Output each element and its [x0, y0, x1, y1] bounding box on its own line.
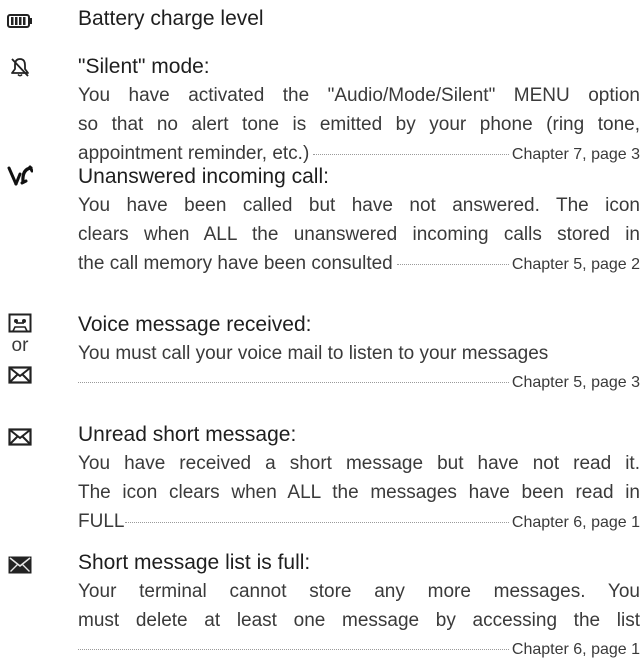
envelope-outline-icon [0, 424, 40, 450]
reference-lead-text: appointment reminder, etc.) [78, 143, 310, 164]
entry-description: You have activated the "Audio/Mode/Silen… [78, 81, 640, 168]
description-line: clears when ALL the unanswered incoming … [78, 224, 640, 245]
description-line: The icon clears when ALL the messages ha… [78, 482, 640, 503]
reference-lead-text: the call memory have been consulted [78, 253, 393, 274]
chapter-reference: Chapter 7, page 3 [511, 146, 640, 163]
entry-title: Short message list is full: [78, 551, 311, 574]
chapter-reference: Chapter 5, page 3 [511, 374, 640, 391]
reference-line: Chapter 5, page 3 [78, 368, 640, 397]
battery-icon [0, 8, 40, 34]
chapter-reference: Chapter 6, page 1 [511, 641, 640, 658]
leader-dots [78, 649, 509, 650]
entry-description: You have received a short message but ha… [78, 449, 640, 536]
envelope-outline-icon [0, 362, 40, 388]
entry-description: You have been called but have not answer… [78, 191, 640, 278]
bell-crossed-icon [0, 54, 40, 80]
description-line: You have received a short message but ha… [78, 453, 640, 474]
entry-title: Battery charge level [78, 7, 264, 30]
description-line: must delete at least one message by acce… [78, 610, 640, 631]
reference-line: appointment reminder, etc.) Chapter 7, p… [78, 139, 640, 168]
entry-title: Voice message received: [78, 313, 312, 336]
chapter-reference: Chapter 6, page 1 [511, 514, 640, 531]
leader-dots [396, 264, 509, 265]
description-line: You have been called but have not answer… [78, 195, 640, 216]
entry-title: Unanswered incoming call: [78, 165, 329, 188]
envelope-full-icon [0, 552, 40, 578]
chapter-reference: Chapter 5, page 2 [511, 256, 640, 273]
description-line: You must call your voice mail to listen … [78, 343, 549, 364]
entry-description: You must call your voice mail to listen … [78, 339, 640, 397]
or-label: or [11, 335, 29, 356]
missed-call-icon [0, 163, 40, 189]
voicemail-cassette-icon [0, 310, 40, 336]
reference-lead-text: FULL [78, 511, 125, 532]
description-line: You have activated the "Audio/Mode/Silen… [78, 85, 640, 106]
description-line: Your terminal cannot store any more mess… [78, 581, 640, 602]
reference-line: Chapter 6, page 1 [78, 635, 640, 664]
reference-line: FULL Chapter 6, page 1 [78, 507, 640, 536]
entry-title: "Silent" mode: [78, 55, 210, 78]
leader-dots [78, 382, 509, 383]
entry-title: Unread short message: [78, 423, 297, 446]
leader-dots [125, 522, 509, 523]
leader-dots [313, 154, 509, 155]
description-line: so that no alert tone is emitted by your… [78, 114, 640, 135]
entry-description: Your terminal cannot store any more mess… [78, 577, 640, 664]
reference-line: the call memory have been consulted Chap… [78, 249, 640, 278]
